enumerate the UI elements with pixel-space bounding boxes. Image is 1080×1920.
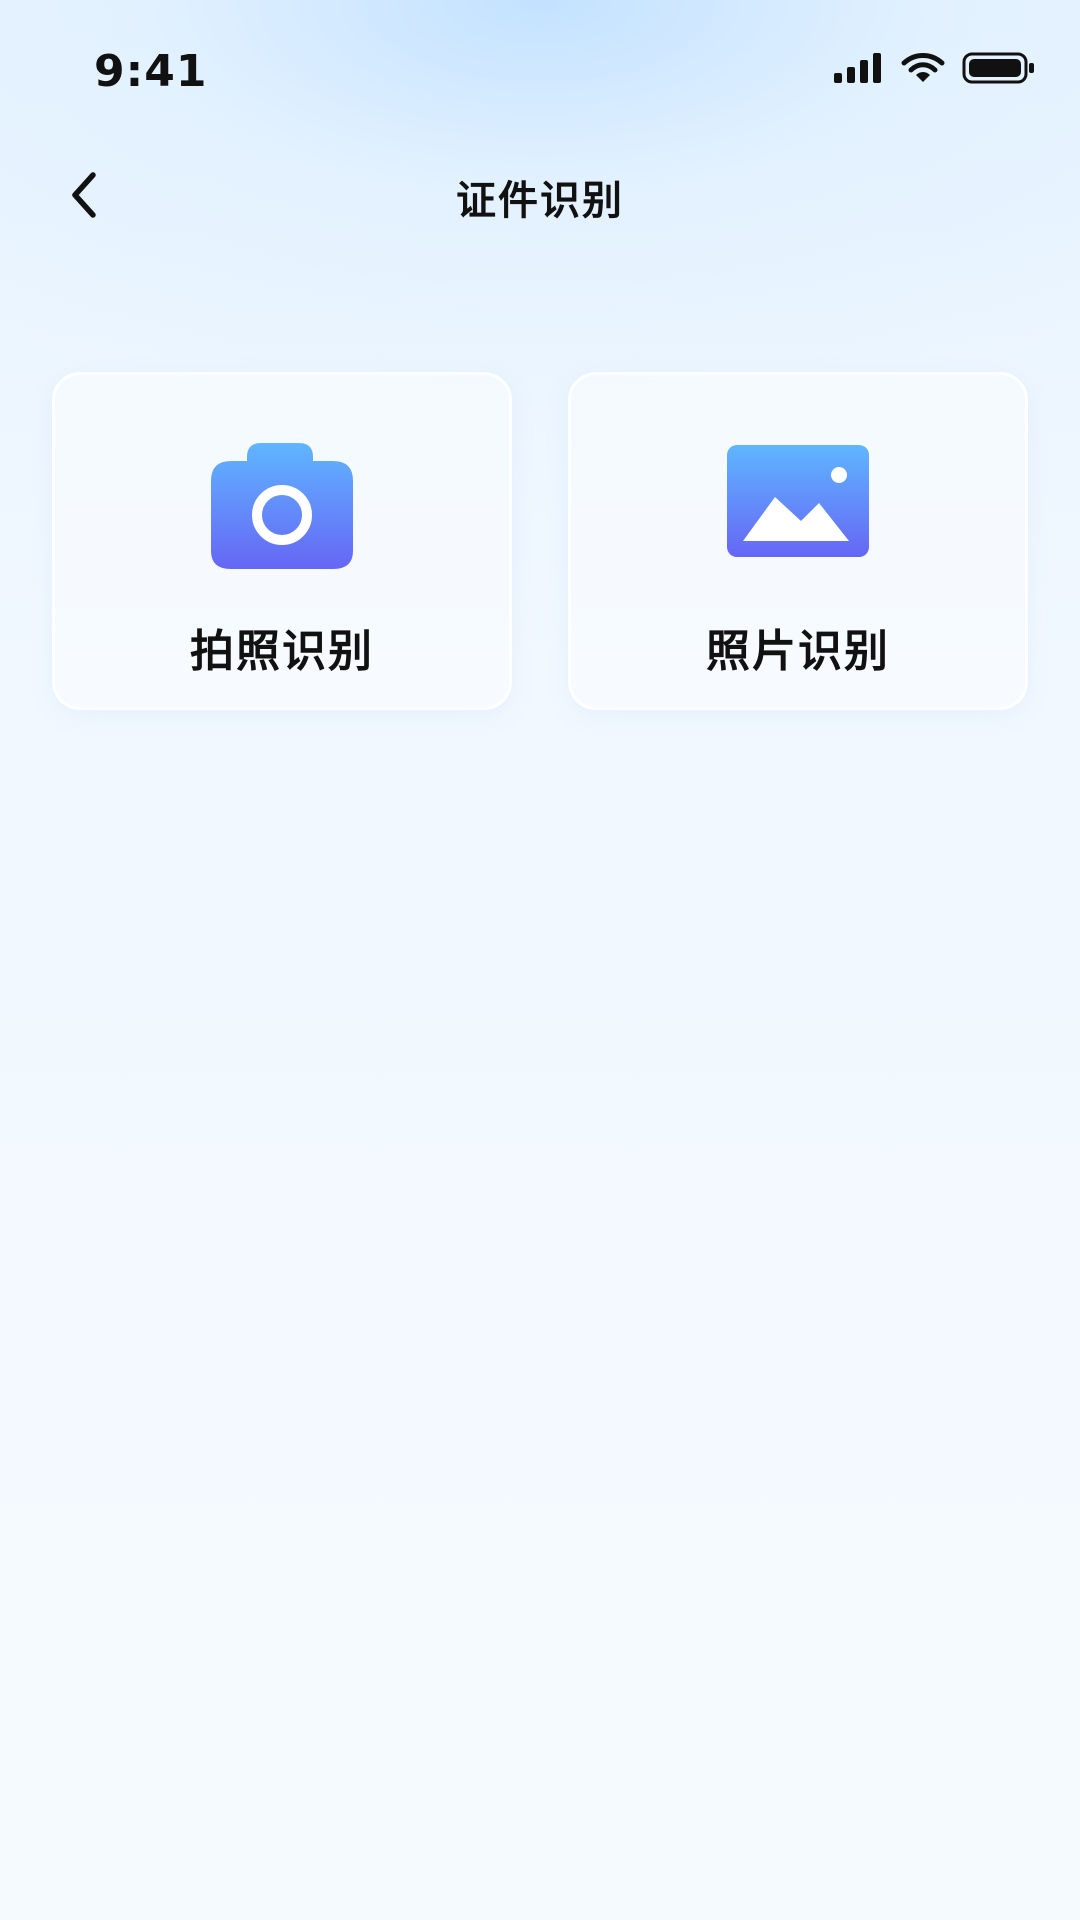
battery-icon (962, 52, 1034, 84)
status-bar: 9:41 (0, 0, 1080, 140)
image-icon (723, 435, 873, 575)
photo-capture-card[interactable]: 拍照识别 (52, 372, 512, 710)
status-icons (832, 48, 1036, 88)
recognition-options: 拍照识别 照片识别 (52, 372, 1028, 710)
photo-upload-label: 照片识别 (706, 626, 890, 677)
page-title: 证件识别 (456, 178, 624, 224)
camera-icon (207, 435, 357, 575)
photo-capture-label: 拍照识别 (190, 626, 374, 677)
wifi-icon (901, 53, 945, 82)
status-time: 9:41 (94, 46, 208, 97)
photo-upload-card[interactable]: 照片识别 (568, 372, 1028, 710)
signal-icon (834, 53, 881, 83)
navigation-bar: 证件识别 (0, 140, 1080, 250)
